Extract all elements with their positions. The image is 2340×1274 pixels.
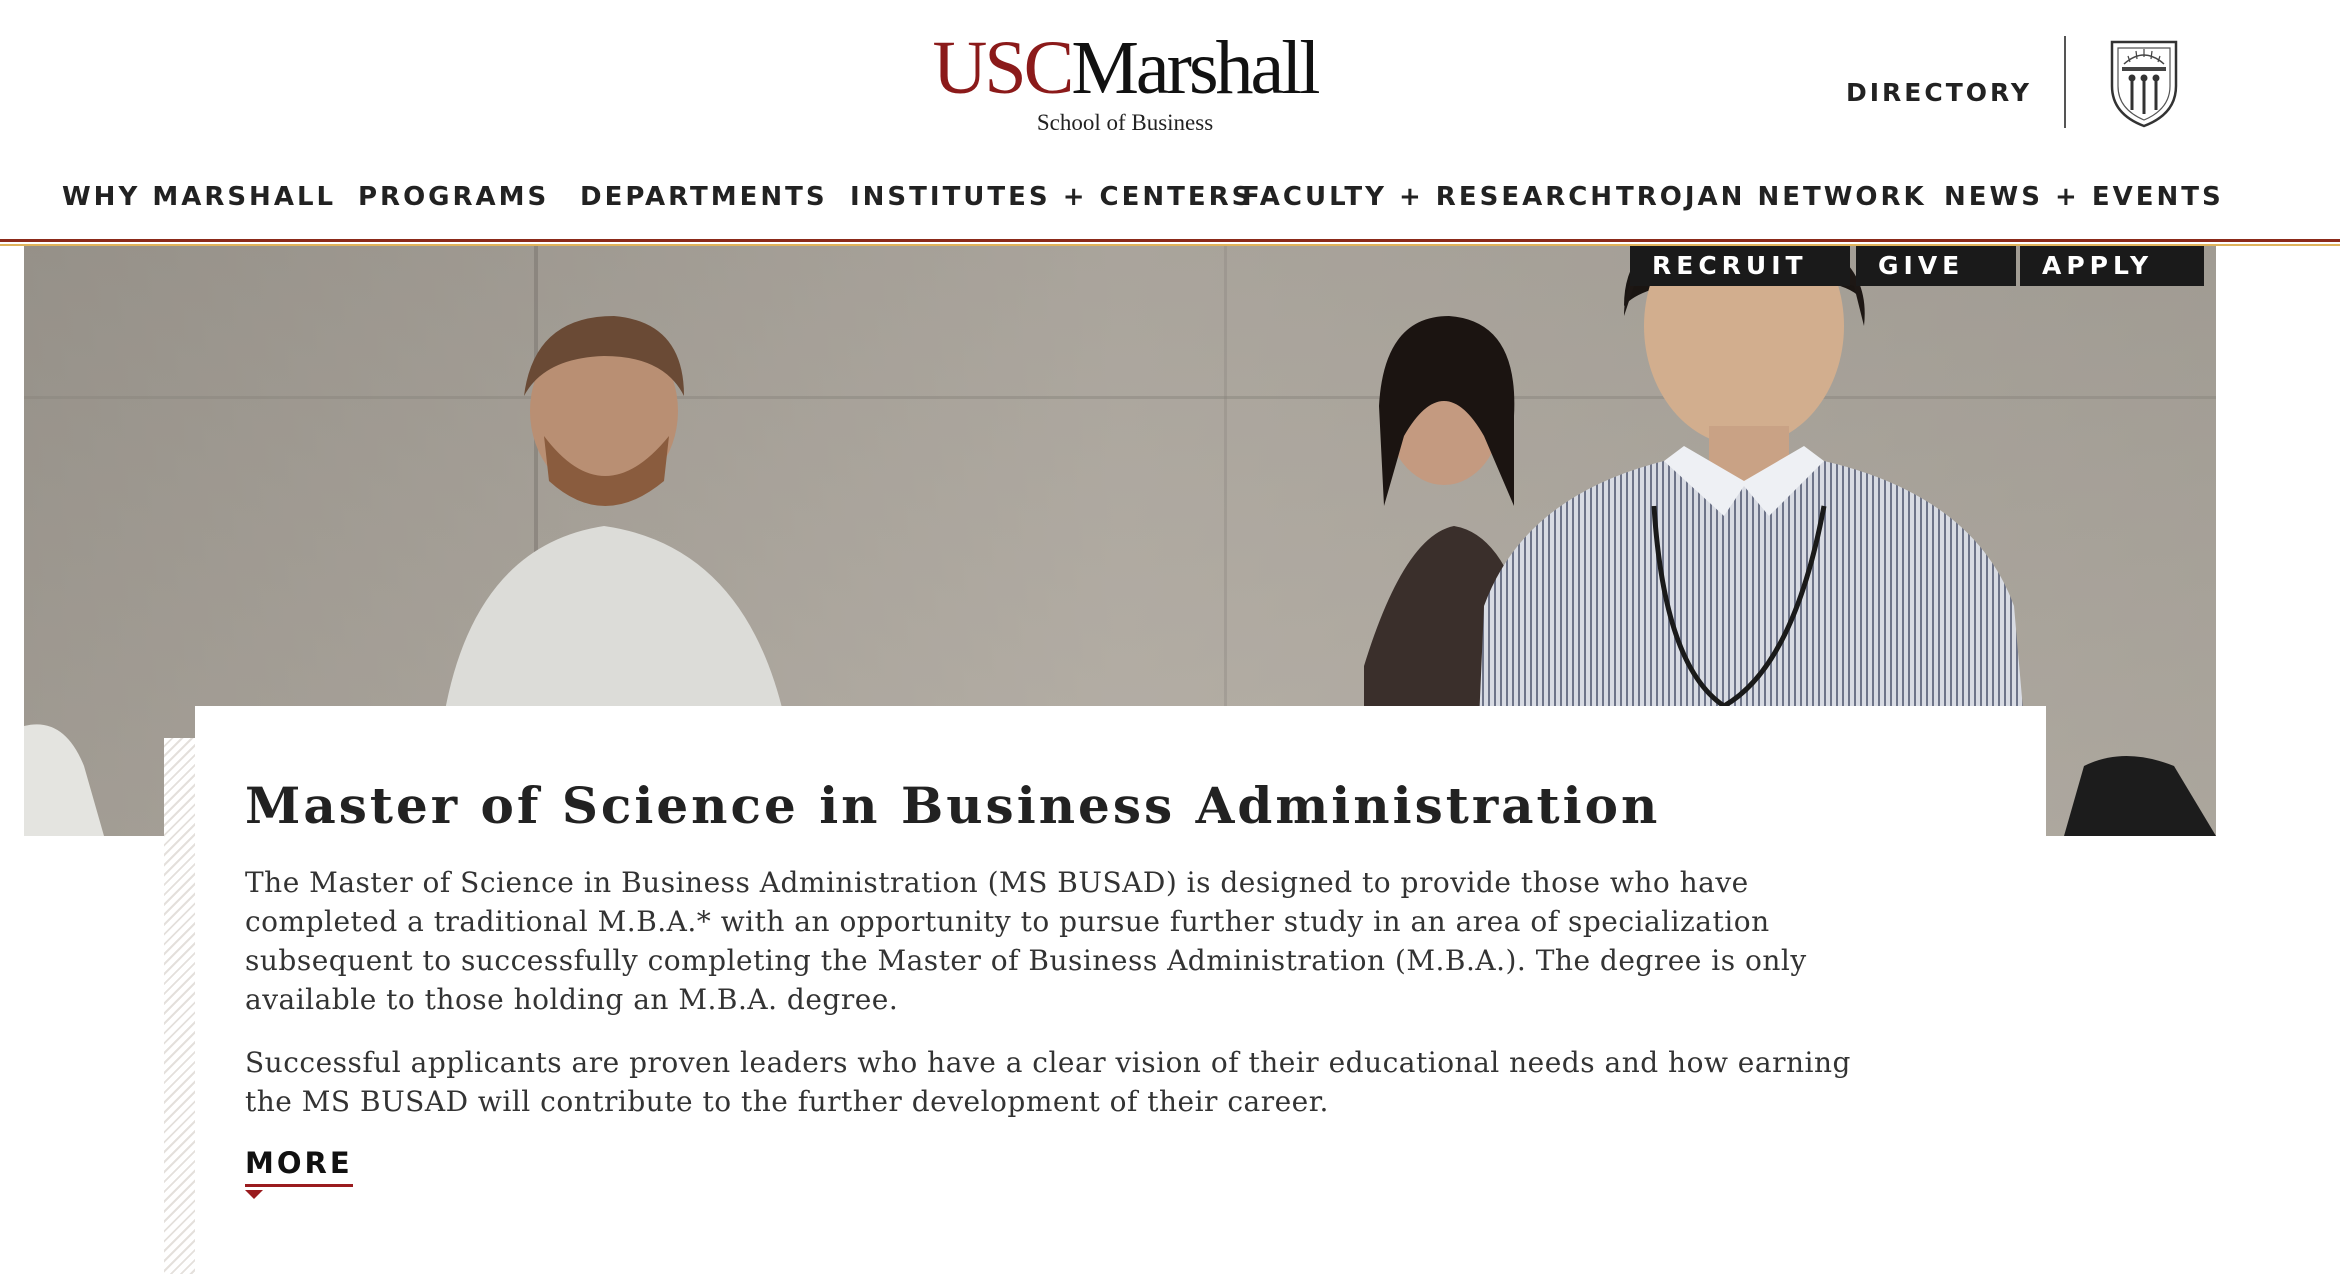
more-link[interactable]: MORE bbox=[245, 1146, 353, 1187]
nav-rule-cardinal bbox=[0, 239, 2340, 242]
header-divider bbox=[2064, 36, 2066, 128]
directory-link[interactable]: DIRECTORY bbox=[1846, 78, 2032, 107]
program-description: The Master of Science in Business Admini… bbox=[245, 863, 1885, 1145]
page-title: Master of Science in Business Administra… bbox=[245, 776, 1661, 835]
nav-faculty-research[interactable]: FACULTY + RESEARCH bbox=[1242, 182, 1615, 212]
logo-subtitle: School of Business bbox=[1036, 110, 1214, 135]
main-navigation: WHY MARSHALL PROGRAMS DEPARTMENTS INSTIT… bbox=[0, 182, 2340, 218]
recruit-button[interactable]: RECRUIT bbox=[1630, 246, 1850, 286]
nav-trojan-network[interactable]: TROJAN NETWORK bbox=[1616, 182, 1927, 212]
logo-wordmark: USCMarshall bbox=[932, 26, 1321, 110]
applicants-paragraph: Successful applicants are proven leaders… bbox=[245, 1046, 1851, 1118]
program-intro-card: Master of Science in Business Administra… bbox=[195, 706, 2046, 1274]
apply-button[interactable]: APPLY bbox=[2020, 246, 2204, 286]
nav-why-marshall[interactable]: WHY MARSHALL bbox=[62, 182, 336, 212]
usc-seal-icon[interactable] bbox=[2106, 34, 2182, 130]
nav-news-events[interactable]: NEWS + EVENTS bbox=[1944, 182, 2224, 212]
usc-marshall-logo[interactable]: USCMarshall School of Business bbox=[925, 28, 1325, 138]
intro-paragraph: The Master of Science in Business Admini… bbox=[245, 866, 1807, 1016]
nav-institutes-centers[interactable]: INSTITUTES + CENTERS bbox=[850, 182, 1253, 212]
give-button[interactable]: GIVE bbox=[1856, 246, 2016, 286]
nav-programs[interactable]: PROGRAMS bbox=[358, 182, 549, 212]
site-header: USCMarshall School of Business DIRECTORY… bbox=[0, 0, 2340, 246]
caret-down-icon bbox=[245, 1190, 263, 1199]
decorative-stripe bbox=[164, 738, 196, 1274]
nav-departments[interactable]: DEPARTMENTS bbox=[580, 182, 828, 212]
